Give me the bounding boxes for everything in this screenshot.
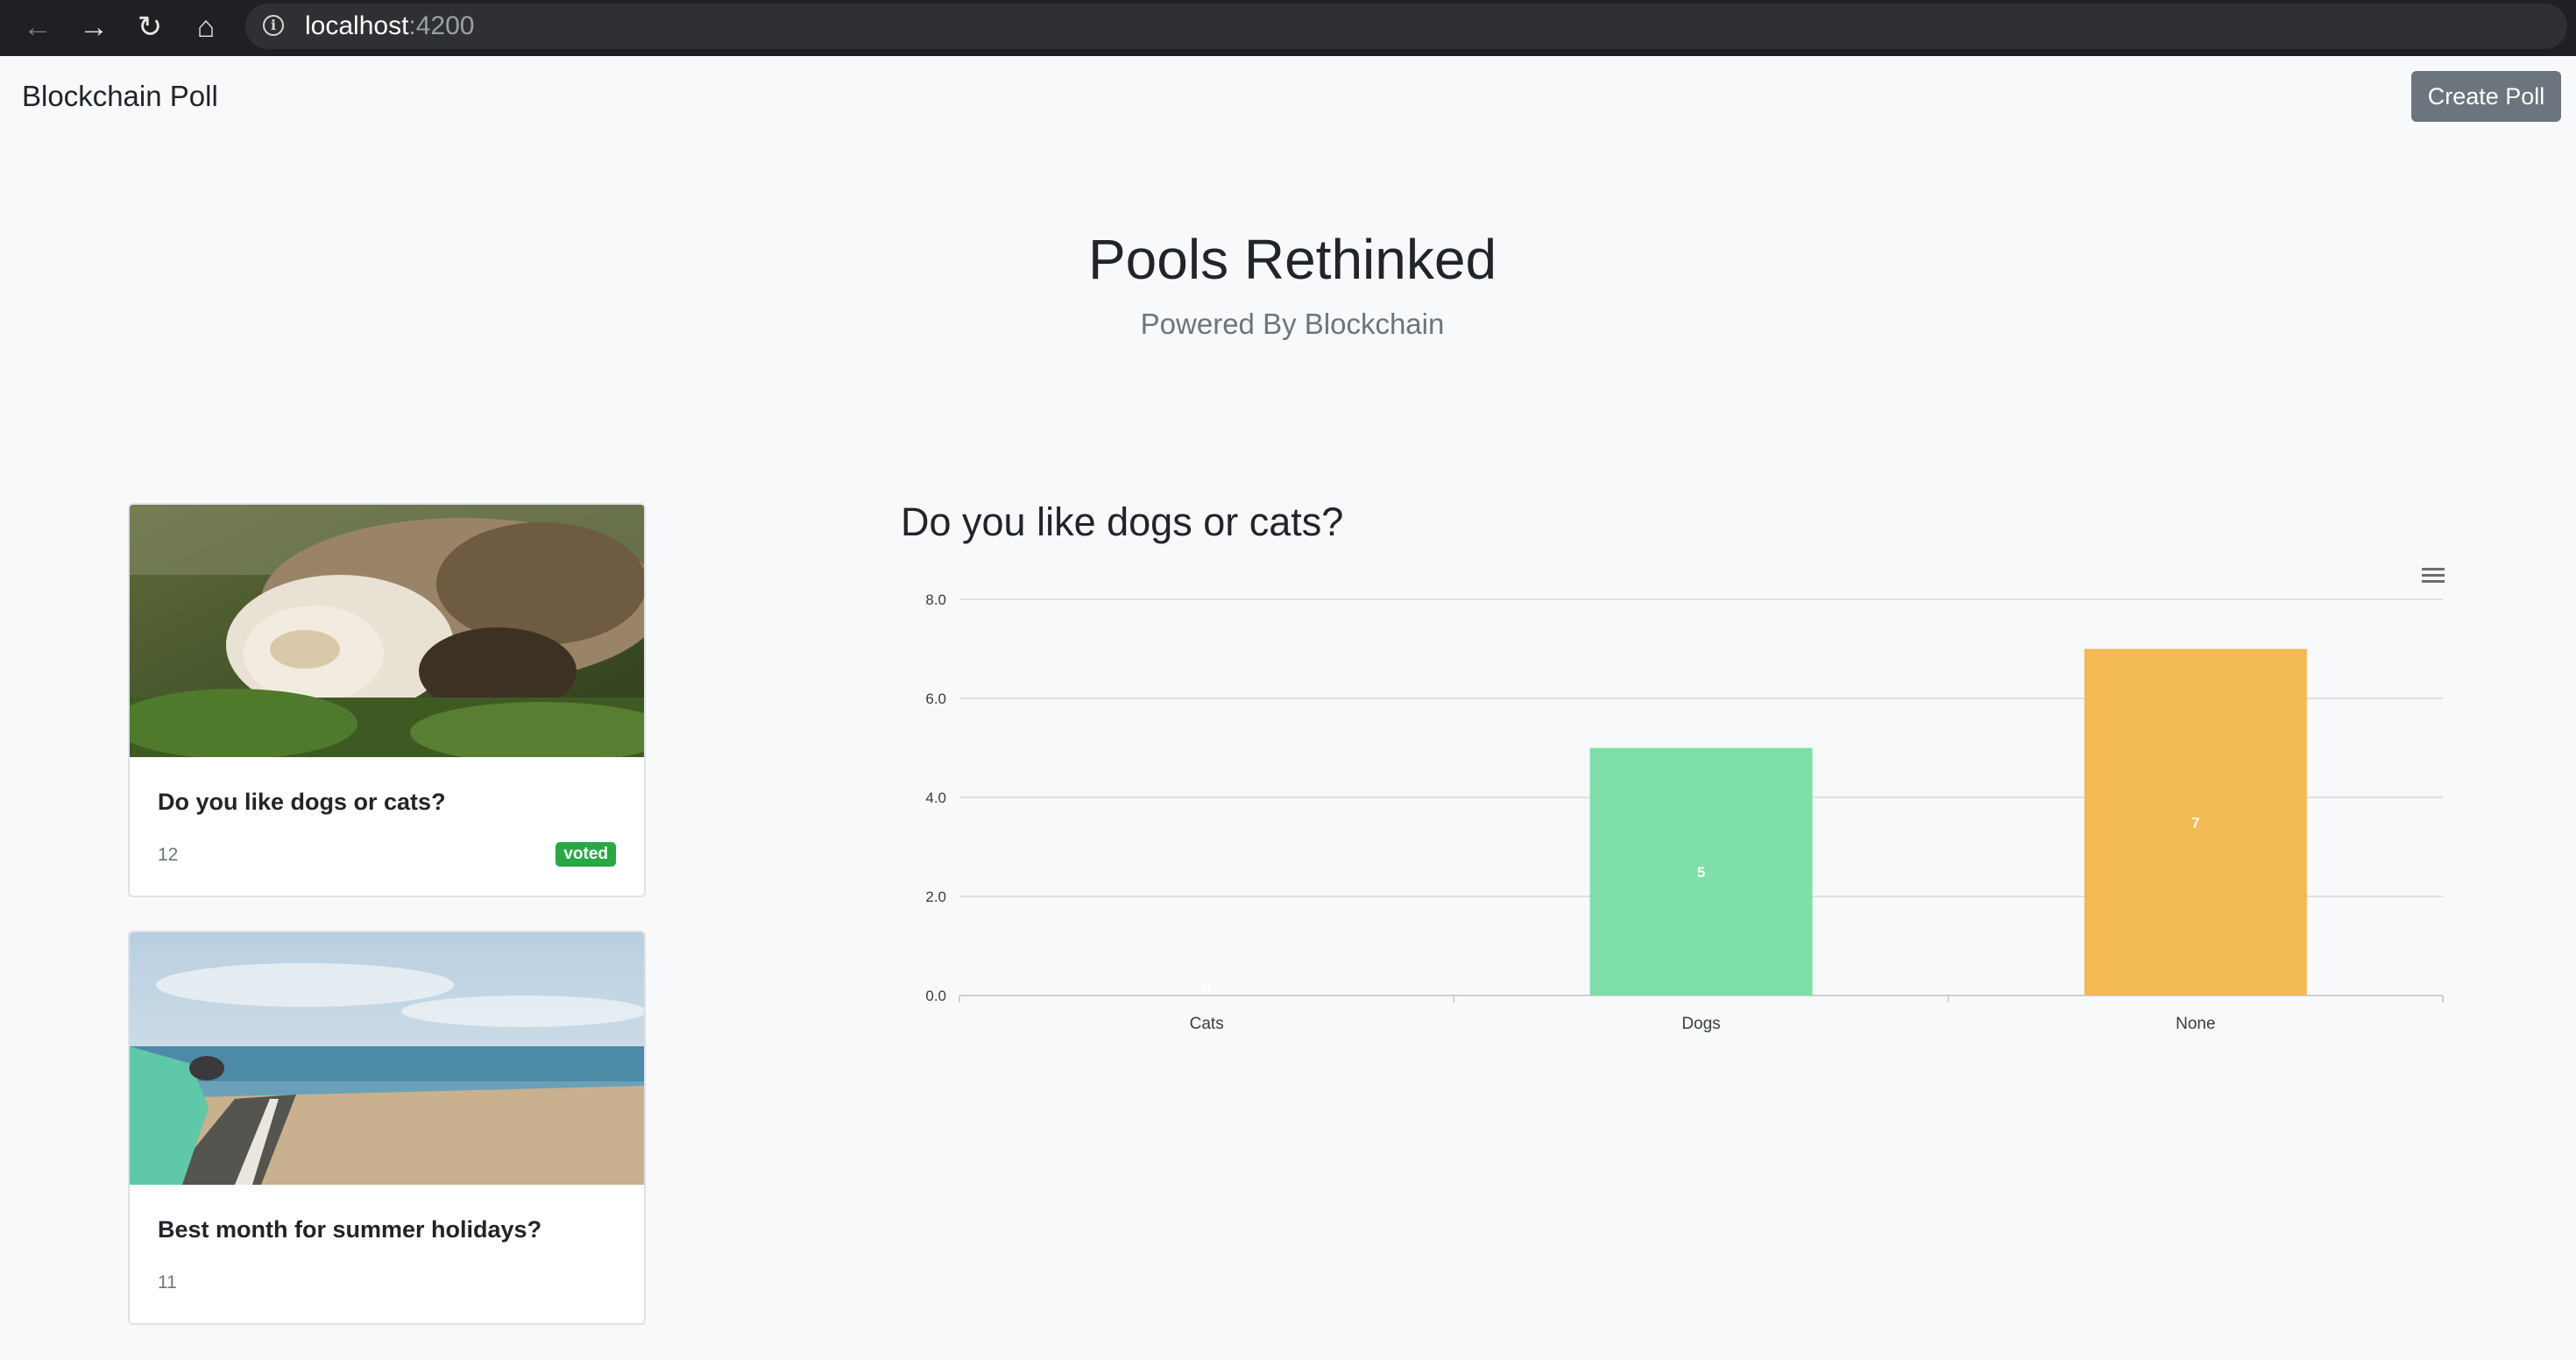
browser-toolbar: ← → ↻ ⌂ i localhost:4200	[0, 0, 2576, 56]
info-icon[interactable]: i	[263, 15, 284, 36]
poll-vote-count: 11	[158, 1272, 177, 1293]
navbar-brand[interactable]: Blockchain Poll	[22, 79, 218, 114]
reload-icon[interactable]: ↻	[130, 7, 170, 47]
y-tick-label: 8.0	[925, 591, 946, 608]
poll-results-chart: 0.0 2.0 4.0 6.0 8.0 0 Cats 5 Dogs 7 None	[925, 591, 2444, 1033]
back-arrow-icon[interactable]: ←	[18, 7, 58, 47]
forward-arrow-icon[interactable]: →	[74, 7, 114, 47]
create-poll-button[interactable]: Create Poll	[2411, 71, 2561, 122]
poll-vote-count: 12	[158, 845, 179, 865]
x-tick-label: None	[2176, 1015, 2215, 1033]
poll-image-beach-road	[130, 932, 644, 1185]
y-tick-label: 0.0	[925, 988, 946, 1004]
data-label: 0	[1202, 979, 1210, 995]
x-tick-label: Dogs	[1681, 1015, 1720, 1033]
home-icon[interactable]: ⌂	[186, 7, 226, 47]
data-label: 5	[1697, 864, 1705, 881]
data-label: 7	[2191, 814, 2199, 831]
voted-badge: voted	[556, 842, 616, 867]
poll-image-cat-dog	[130, 505, 644, 757]
y-tick-label: 6.0	[925, 691, 946, 707]
y-tick-label: 4.0	[925, 790, 946, 806]
page-subtitle: Powered By Blockchain	[1140, 308, 1445, 340]
poll-card[interactable]: Do you like dogs or cats? 12 voted	[128, 503, 646, 897]
chart-title: Do you like dogs or cats?	[901, 499, 1344, 544]
url-text: localhost:4200	[305, 11, 475, 40]
y-tick-label: 2.0	[925, 889, 946, 905]
poll-card-title[interactable]: Best month for summer holidays?	[158, 1216, 541, 1243]
x-tick-label: Cats	[1190, 1015, 1224, 1033]
poll-card-title[interactable]: Do you like dogs or cats?	[158, 789, 446, 816]
poll-card[interactable]: Best month for summer holidays? 11	[128, 931, 646, 1325]
address-bar[interactable]: i localhost:4200	[245, 4, 2567, 49]
page-title: Pools Rethinked	[1087, 228, 1497, 291]
